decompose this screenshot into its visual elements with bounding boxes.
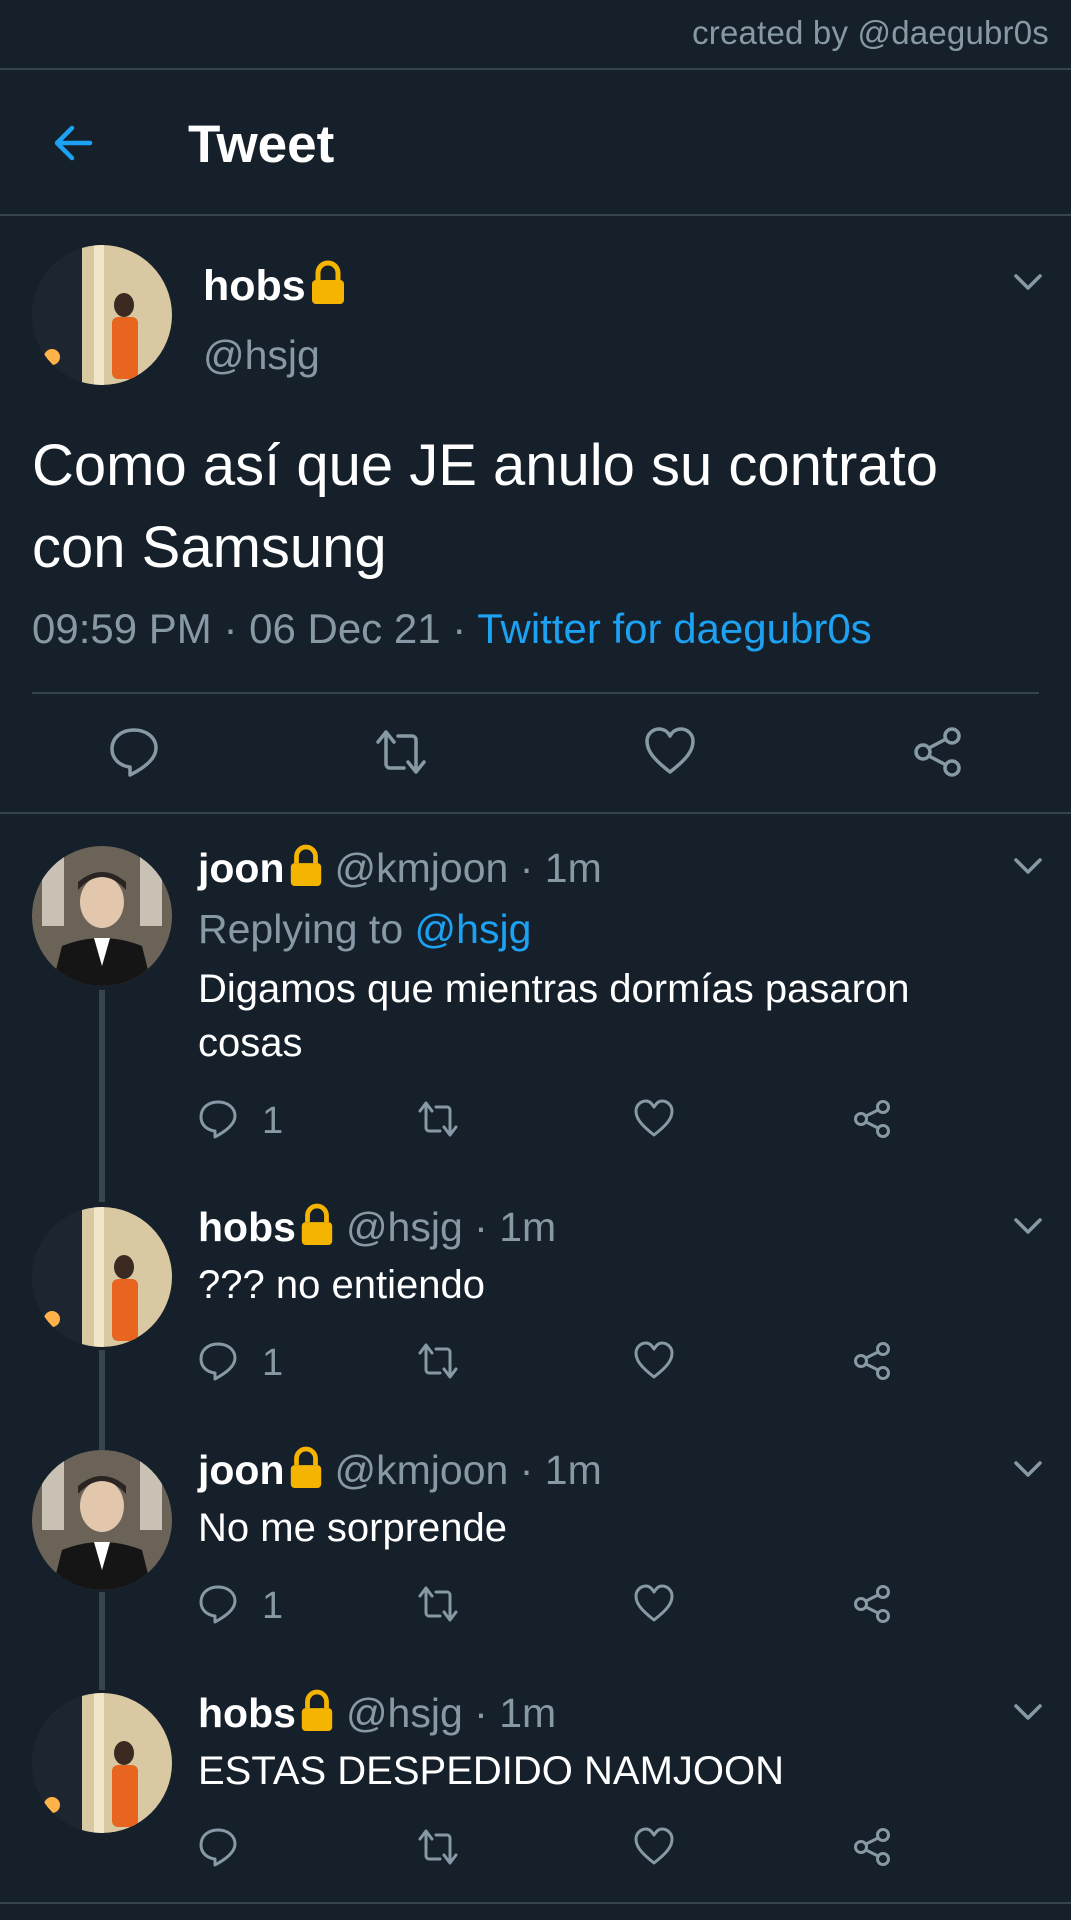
lock-icon	[301, 1689, 333, 1731]
tweet-source-link[interactable]: Twitter for daegubr0s	[477, 605, 872, 652]
reply-count: 1	[262, 1342, 284, 1384]
reply-author-name: hobs	[198, 1690, 296, 1736]
tweet-meta: 09:59 PM · 06 Dec 21 · Twitter for daegu…	[32, 605, 872, 652]
reply-author-name: hobs	[198, 1204, 296, 1250]
avatar[interactable]	[32, 1693, 172, 1833]
chevron-down-icon[interactable]	[1008, 1206, 1048, 1246]
retweet-icon[interactable]	[416, 1098, 458, 1145]
lock-icon	[290, 1446, 321, 1488]
share-icon[interactable]	[852, 1340, 894, 1387]
reply-time: 1m	[499, 1690, 557, 1736]
chevron-down-icon[interactable]	[1008, 262, 1048, 302]
back-arrow-icon[interactable]	[48, 119, 96, 167]
reply-icon[interactable]	[198, 1098, 240, 1145]
tweet-text: Como así que JE anulo su contrato con Sa…	[32, 433, 938, 580]
avatar[interactable]	[32, 1207, 172, 1347]
reply-author-handle: @kmjoon	[334, 845, 509, 891]
reply-time: 1m	[499, 1204, 557, 1250]
chevron-down-icon[interactable]	[1008, 846, 1048, 886]
share-icon[interactable]	[852, 1098, 894, 1145]
reply-icon[interactable]	[198, 1583, 240, 1630]
reply-author-handle: @hsjg	[345, 1204, 463, 1250]
reply-header: hobs @hsjg · 1m	[198, 1203, 557, 1250]
reply-text: ??? no entiendo	[198, 1263, 485, 1307]
divider	[0, 214, 1071, 216]
share-icon[interactable]	[912, 726, 964, 778]
page-title: Tweet	[188, 115, 335, 174]
author-handle: @hsjg	[203, 332, 320, 378]
header-bar: Tweet	[0, 70, 1071, 216]
reply-author-handle: @kmjoon	[334, 1447, 509, 1493]
lock-icon	[311, 260, 344, 304]
share-icon[interactable]	[852, 1583, 894, 1630]
reply-time: 1m	[544, 1447, 602, 1493]
retweet-icon[interactable]	[416, 1583, 458, 1630]
like-icon[interactable]	[634, 1098, 676, 1145]
avatar[interactable]	[32, 245, 172, 385]
avatar[interactable]	[32, 1450, 172, 1590]
like-icon[interactable]	[634, 1340, 676, 1387]
creator-credit: created by @daegubr0s	[692, 14, 1049, 51]
reply-action-bar: 1	[198, 1098, 918, 1148]
reply-count: 1	[262, 1585, 284, 1627]
retweet-icon[interactable]	[416, 1340, 458, 1387]
like-icon[interactable]	[634, 1583, 676, 1630]
divider	[32, 692, 1039, 694]
reply-count: 1	[262, 1100, 284, 1142]
like-icon[interactable]	[644, 726, 696, 776]
reply-author-name: joon	[198, 845, 285, 891]
reply-icon[interactable]	[198, 1340, 240, 1387]
reply-header: joon @kmjoon · 1m	[198, 844, 602, 891]
avatar[interactable]	[32, 846, 172, 986]
reply-icon[interactable]	[108, 726, 160, 778]
replying-to-handle-link[interactable]: @hsjg	[415, 906, 532, 952]
reply-action-bar: 1	[198, 1340, 918, 1390]
divider	[0, 1902, 1071, 1904]
divider	[0, 812, 1071, 814]
share-icon[interactable]	[852, 1826, 894, 1873]
replying-to-label: Replying to	[198, 906, 404, 952]
reply-time: 1m	[544, 845, 602, 891]
retweet-icon[interactable]	[372, 726, 430, 778]
reply-text: Digamos que mientras dormías pasaron cos…	[198, 967, 910, 1065]
thread-line	[99, 1350, 105, 1450]
author-name: hobs	[203, 260, 348, 311]
retweet-icon[interactable]	[416, 1826, 458, 1873]
reply-icon[interactable]	[198, 1826, 240, 1873]
reply-text: No me sorprende	[198, 1506, 508, 1550]
reply-author-handle: @hsjg	[345, 1690, 463, 1736]
tweet-date: 06 Dec 21	[249, 605, 441, 652]
chevron-down-icon[interactable]	[1008, 1692, 1048, 1732]
reply-action-bar: 1	[198, 1583, 918, 1633]
thread-line	[99, 1592, 105, 1690]
replying-to: Replying to @hsjg	[198, 906, 531, 953]
reply-header: hobs @hsjg · 1m	[198, 1689, 557, 1736]
thread-line	[99, 990, 105, 1202]
like-icon[interactable]	[634, 1826, 676, 1873]
author-name-text: hobs	[203, 262, 306, 310]
reply-author-name: joon	[198, 1447, 285, 1493]
reply-text: ESTAS DESPEDIDO NAMJOON	[198, 1749, 785, 1793]
tweet-time: 09:59 PM	[32, 605, 212, 652]
lock-icon	[301, 1203, 333, 1245]
chevron-down-icon[interactable]	[1008, 1449, 1048, 1489]
lock-icon	[290, 844, 321, 886]
reply-action-bar	[198, 1826, 918, 1876]
reply-header: joon @kmjoon · 1m	[198, 1446, 602, 1493]
